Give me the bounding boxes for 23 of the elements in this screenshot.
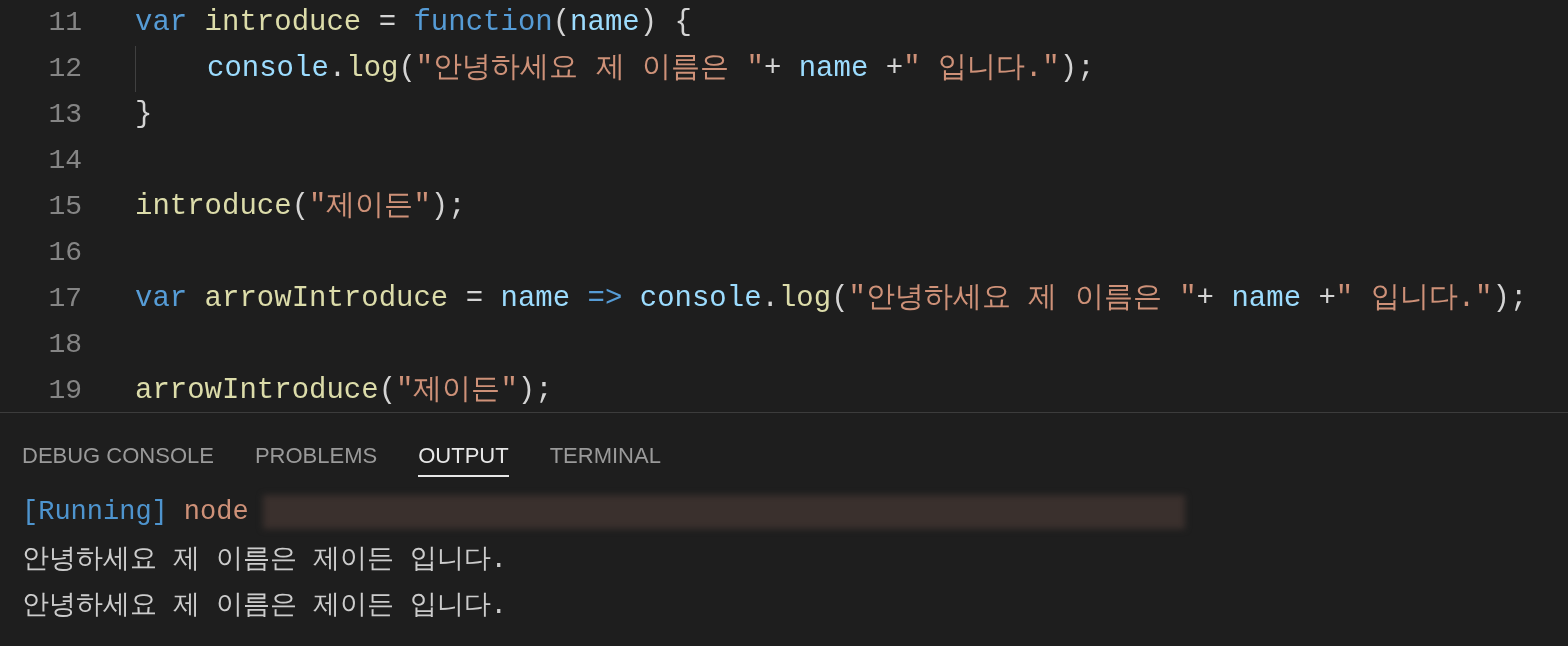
- status-text: [Running]: [22, 495, 168, 529]
- line-number: 16: [47, 236, 82, 270]
- panel-tab[interactable]: OUTPUT: [418, 435, 509, 477]
- panel-tab[interactable]: DEBUG CONSOLE: [22, 435, 214, 477]
- code-line: var arrowIntroduce = name => console.log("안녕하세요 제 이름은 "+ name +" 입니다.");: [135, 281, 1528, 318]
- line-number: 17: [47, 282, 82, 316]
- line-number: 13: [47, 98, 82, 132]
- output-line: 안녕하세요 제 이름은 제이든 입니다.: [22, 541, 507, 576]
- line-number: 19: [47, 374, 82, 408]
- line-number: 11: [47, 6, 82, 40]
- line-number: 14: [47, 144, 82, 178]
- code-line: }: [135, 97, 153, 134]
- code-line: var introduce = function(name) {: [135, 5, 692, 42]
- panel-tab[interactable]: PROBLEMS: [254, 435, 378, 477]
- code-line: arrowIntroduce("제이든");: [135, 373, 553, 410]
- line-number: 18: [47, 328, 82, 362]
- panel-tab[interactable]: TERMINAL: [549, 435, 661, 477]
- code-line: introduce("제이든");: [135, 189, 466, 226]
- output-line: 안녕하세요 제 이름은 제이든 입니다.: [22, 587, 507, 622]
- code-line: console.log("안녕하세요 제 이름은 "+ name +" 입니다.");: [207, 51, 1095, 88]
- command-text: node: [183, 495, 249, 529]
- line-number: 12: [47, 52, 82, 86]
- line-number: 15: [47, 190, 82, 224]
